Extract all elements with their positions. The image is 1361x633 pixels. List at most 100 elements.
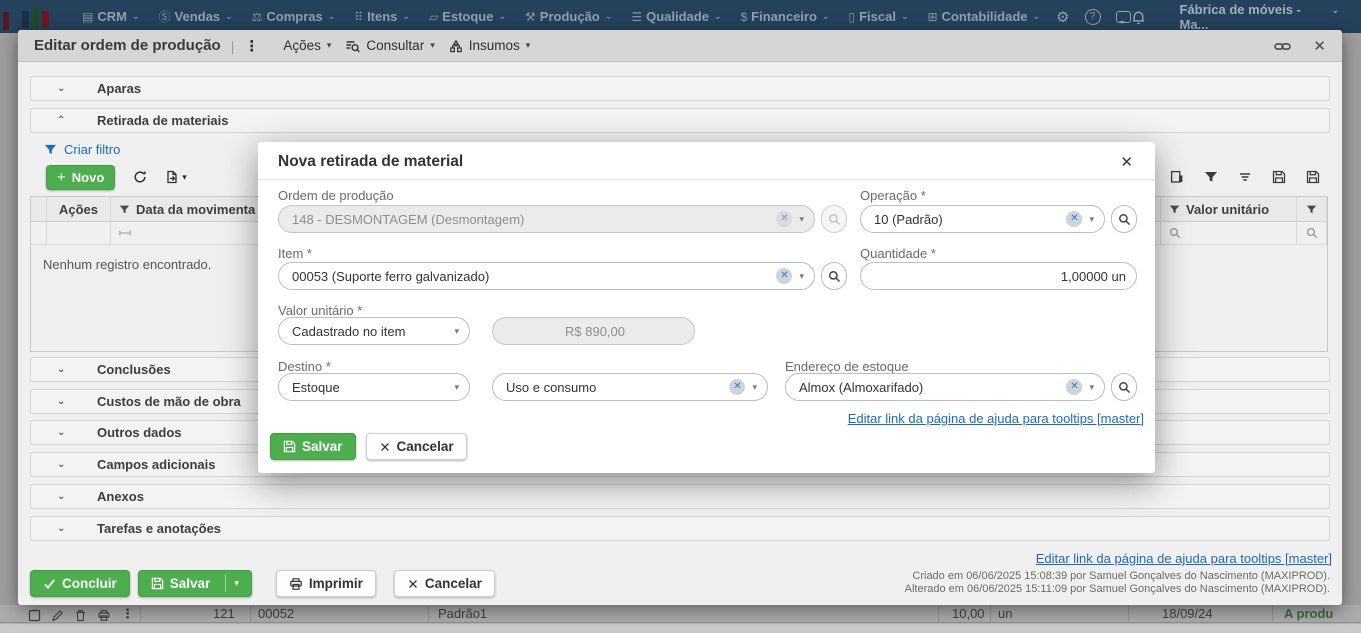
operacao-search-button[interactable]: [1111, 205, 1137, 233]
clear-x-icon[interactable]: ✕: [776, 211, 793, 227]
chevron-down-icon: ▾: [430, 40, 435, 50]
filter-funnel-icon[interactable]: [1204, 169, 1218, 185]
section-tarefas-anotacoes[interactable]: ⌄ Tarefas e anotações: [30, 516, 1330, 541]
chevron-down-icon: ⌄: [604, 11, 613, 21]
new-record-button[interactable]: + Novo: [46, 164, 116, 190]
endereco-estoque-combo[interactable]: Almox (Almoxarifado) ✕ ▾: [785, 373, 1105, 401]
section-retirada-de-materiais[interactable]: ⌃ Retirada de materiais: [30, 108, 1330, 133]
gear-icon[interactable]: ⚙: [1056, 8, 1069, 26]
maxiprod-logo: [0, 0, 62, 33]
menu-contabilidade[interactable]: ⊞ Contabilidade ⌄: [927, 9, 1040, 24]
help-icon[interactable]: ?: [1084, 8, 1101, 25]
destino-tipo-combo[interactable]: Uso e consumo ✕ ▾: [492, 373, 768, 401]
quantidade-input[interactable]: 1,00000 un: [860, 262, 1137, 290]
row-status: A produ: [1284, 606, 1334, 621]
chevron-down-icon[interactable]: ▾: [454, 326, 459, 337]
salvar-split-button[interactable]: Salvar ▾: [137, 570, 252, 597]
item-combo[interactable]: 00053 (Suporte ferro galvanizado) ✕ ▾: [278, 262, 815, 290]
chevron-down-icon[interactable]: ▾: [799, 271, 804, 282]
section-anexos[interactable]: ⌄ Anexos: [30, 484, 1330, 509]
edit-help-link[interactable]: Editar link da página de ajuda para tool…: [1036, 551, 1332, 566]
chevron-down-icon: ▾: [525, 40, 531, 50]
stock-icon: ▱: [428, 9, 439, 24]
save-floppy-icon: [283, 440, 296, 453]
create-filter-button[interactable]: Criar filtro: [44, 142, 120, 157]
filter-next-cell[interactable]: [1297, 222, 1327, 244]
more-dots-icon[interactable]: ⋮: [244, 37, 259, 55]
menu-producao[interactable]: ⚒ Produção ⌄: [525, 9, 612, 24]
trash-icon[interactable]: [74, 606, 87, 621]
column-chooser-icon[interactable]: [1170, 169, 1184, 185]
edit-pencil-icon[interactable]: [51, 606, 64, 621]
row-date: 18/09/24: [1162, 606, 1213, 621]
destino-select[interactable]: Estoque ▾: [278, 373, 470, 401]
chevron-down-icon[interactable]: ▾: [1089, 214, 1094, 225]
export-icon[interactable]: ▾: [165, 170, 187, 184]
print-icon[interactable]: [97, 606, 111, 621]
menu-crm[interactable]: ▤ CRM ⌄: [82, 9, 140, 24]
section-aparas[interactable]: ⌄ Aparas: [30, 76, 1330, 101]
account-menu[interactable]: Fábrica de móveis - Ma... ⌄: [1180, 2, 1340, 32]
window-close-icon[interactable]: ✕: [1313, 37, 1326, 55]
menu-fiscal[interactable]: ▯ Fiscal ⌄: [848, 9, 908, 24]
chevron-down-icon[interactable]: ▾: [1089, 382, 1094, 393]
chevron-down-icon[interactable]: ▾: [454, 382, 459, 393]
window-title: Editar ordem de produção: [34, 37, 221, 54]
imprimir-button[interactable]: Imprimir: [275, 570, 376, 597]
copy-link-icon[interactable]: [1274, 38, 1291, 53]
menu-vendas[interactable]: Ⓢ Vendas ⌄: [159, 8, 233, 25]
acoes-menu-button[interactable]: Ações ▾: [283, 38, 331, 53]
item-search-button[interactable]: [821, 262, 847, 290]
salvar-dropdown-caret[interactable]: ▾: [225, 575, 239, 592]
menu-itens[interactable]: ⠿ Itens ⌄: [354, 9, 410, 24]
row-checkbox-icon[interactable]: [28, 606, 41, 621]
endereco-search-button[interactable]: [1111, 373, 1137, 401]
horizontal-scrollbar[interactable]: [0, 623, 1361, 633]
menu-qualidade[interactable]: ☰ Qualidade ⌄: [631, 9, 721, 24]
concluir-button[interactable]: Concluir: [30, 570, 130, 597]
consultar-menu-button[interactable]: Consultar ▾: [345, 38, 435, 53]
chevron-down-icon[interactable]: ▾: [752, 382, 757, 393]
modal-cancelar-button[interactable]: Cancelar: [365, 433, 467, 460]
header-acoes[interactable]: Ações: [47, 197, 111, 221]
modal-close-icon[interactable]: ✕: [1120, 153, 1133, 171]
clear-x-icon[interactable]: ✕: [1066, 211, 1083, 227]
clear-x-icon[interactable]: ✕: [729, 379, 746, 395]
search-icon: [1169, 227, 1181, 239]
valor-unitario-select[interactable]: Cadastrado no item ▾: [278, 317, 470, 345]
more-dots-icon[interactable]: ⋮: [121, 606, 134, 622]
header-next-column[interactable]: [1297, 197, 1327, 221]
refresh-icon[interactable]: [133, 170, 147, 184]
main-menu: ▤ CRM ⌄ Ⓢ Vendas ⌄ ⚖ Compras ⌄ ⠿ Itens ⌄ ▱ Estoqu…: [82, 8, 1040, 25]
row-unit: un: [998, 606, 1013, 621]
notifications-bell-icon[interactable]: [1131, 8, 1146, 25]
chevron-up-icon: ⌃: [57, 115, 66, 126]
filter-rows-icon[interactable]: [1238, 169, 1252, 185]
chat-icon[interactable]: [1115, 10, 1131, 24]
modal-edit-help-link[interactable]: Editar link da página de ajuda para tool…: [848, 411, 1144, 426]
operacao-label: Operação *: [860, 188, 926, 203]
clear-x-icon[interactable]: ✕: [776, 268, 793, 284]
filter-valor-cell[interactable]: [1161, 222, 1297, 244]
cancelar-button[interactable]: Cancelar: [393, 570, 495, 597]
fiscal-icon: ▯: [848, 9, 856, 24]
chevron-down-icon: ⌄: [57, 396, 66, 407]
header-valor-unitario[interactable]: Valor unitário: [1161, 197, 1297, 221]
check-icon: [43, 577, 56, 590]
search-icon: [1306, 227, 1318, 239]
screen: ▤ CRM ⌄ Ⓢ Vendas ⌄ ⚖ Compras ⌄ ⠿ Itens ⌄ ▱ Estoqu…: [0, 0, 1361, 633]
restore-layout-icon[interactable]: [1306, 169, 1320, 185]
insumos-menu-button[interactable]: Insumos ▾: [449, 38, 531, 53]
menu-estoque[interactable]: ▱ Estoque ⌄: [429, 9, 506, 24]
logo-bar-blue: [22, 11, 29, 28]
row-action-icons: ⋮: [28, 606, 134, 622]
menu-compras[interactable]: ⚖ Compras ⌄: [252, 9, 336, 24]
operacao-combo[interactable]: 10 (Padrão) ✕ ▾: [860, 205, 1105, 233]
menu-financeiro[interactable]: $ Financeiro ⌄: [740, 9, 829, 24]
consult-search-icon: [345, 39, 360, 53]
clear-x-icon[interactable]: ✕: [1066, 379, 1083, 395]
modal-salvar-button[interactable]: Salvar: [270, 433, 356, 460]
modal-title: Nova retirada de material: [278, 153, 464, 170]
chevron-down-icon[interactable]: ▾: [799, 214, 804, 225]
save-layout-icon[interactable]: [1272, 169, 1286, 185]
